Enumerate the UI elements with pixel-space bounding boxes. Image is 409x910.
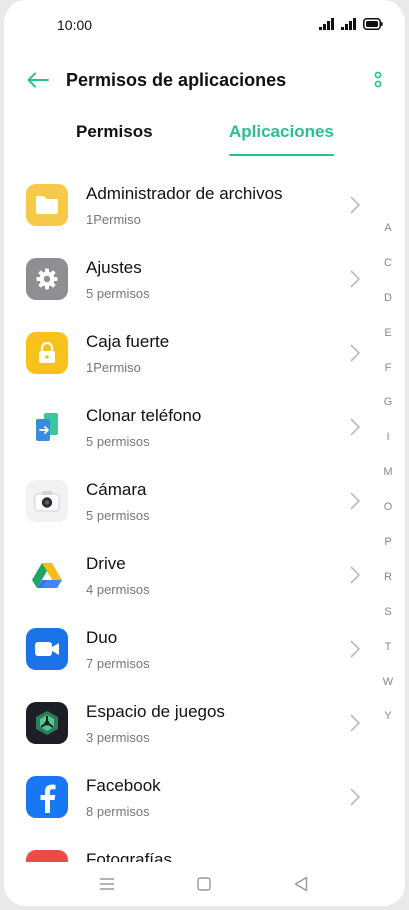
alpha-letter[interactable]: E	[376, 325, 400, 360]
chevron-right-icon	[350, 566, 361, 584]
chevron-right-icon	[350, 344, 361, 362]
chevron-right-icon	[350, 492, 361, 510]
drive-icon	[26, 554, 68, 596]
game-space-icon	[26, 702, 68, 744]
app-permissions: 5 permisos	[86, 434, 150, 449]
tab-permisos[interactable]: Permisos	[76, 122, 153, 142]
status-icons	[319, 18, 383, 30]
app-name: Cámara	[86, 480, 147, 499]
arrow-left-icon	[27, 72, 49, 88]
page-title: Permisos de aplicaciones	[66, 70, 287, 90]
status-bar: 10:00	[4, 0, 405, 50]
alpha-letter[interactable]: W	[376, 674, 400, 709]
app-permissions: 4 permisos	[86, 582, 150, 597]
chevron-right-icon	[350, 788, 361, 806]
signal-icon	[319, 18, 334, 30]
chevron-right-icon	[350, 270, 361, 288]
tab-aplicaciones[interactable]: Aplicaciones	[229, 122, 334, 142]
phone-screen: 10:00 Permisos de aplicaciones Permisos …	[4, 0, 405, 906]
list-item[interactable]: Caja fuerte 1Permiso	[4, 316, 405, 390]
lock-icon	[26, 332, 68, 374]
app-name: Clonar teléfono	[86, 406, 202, 425]
app-permissions: 7 permisos	[86, 656, 150, 671]
list-item[interactable]: Facebook 8 permisos	[4, 760, 405, 834]
chevron-right-icon	[350, 196, 361, 214]
app-name: Espacio de juegos	[86, 702, 225, 721]
alpha-letter[interactable]: C	[376, 255, 400, 290]
app-name: Administrador de archivos	[86, 184, 283, 203]
status-time: 10:00	[57, 17, 93, 33]
facebook-icon	[26, 776, 68, 818]
battery-icon	[363, 18, 383, 30]
app-name: Caja fuerte	[86, 332, 170, 351]
triangle-back-icon	[294, 876, 308, 892]
navigation-bar	[4, 862, 405, 906]
list-item[interactable]: Ajustes 5 permisos	[4, 242, 405, 316]
alpha-letter[interactable]: R	[376, 569, 400, 604]
app-permissions: 1Permiso	[86, 212, 141, 227]
alpha-letter[interactable]: Y	[376, 708, 400, 743]
list-item[interactable]: Duo 7 permisos	[4, 612, 405, 686]
alpha-letter[interactable]: A	[376, 220, 400, 255]
menu-icon	[100, 878, 114, 890]
chevron-right-icon	[350, 714, 361, 732]
back-button[interactable]	[24, 66, 52, 94]
app-bar: Permisos de aplicaciones	[4, 56, 405, 104]
alpha-letter[interactable]: F	[376, 360, 400, 395]
list-item[interactable]: Espacio de juegos 3 permisos	[4, 686, 405, 760]
app-permissions: 3 permisos	[86, 730, 150, 745]
app-permissions: 8 permisos	[86, 804, 150, 819]
home-button[interactable]	[194, 874, 214, 894]
tab-active-indicator	[229, 154, 334, 156]
list-item[interactable]: Clonar teléfono 5 permisos	[4, 390, 405, 464]
alphabet-index: A C D E F G I M O P R S T W Y	[376, 220, 400, 743]
list-item[interactable]: Cámara 5 permisos	[4, 464, 405, 538]
back-nav-button[interactable]	[291, 874, 311, 894]
phone-clone-icon	[26, 406, 68, 448]
app-permissions: 5 permisos	[86, 508, 150, 523]
app-list: Administrador de archivos 1Permiso Ajust…	[4, 168, 405, 906]
gear-icon	[26, 258, 68, 300]
app-permissions: 1Permiso	[86, 360, 141, 375]
chevron-right-icon	[350, 640, 361, 658]
list-item[interactable]: Administrador de archivos 1Permiso	[4, 168, 405, 242]
square-icon	[197, 877, 211, 891]
alpha-letter[interactable]: T	[376, 639, 400, 674]
folder-icon	[26, 184, 68, 226]
camera-icon	[26, 480, 68, 522]
app-permissions: 5 permisos	[86, 286, 150, 301]
alpha-letter[interactable]: S	[376, 604, 400, 639]
alpha-letter[interactable]: O	[376, 499, 400, 534]
alpha-letter[interactable]: G	[376, 394, 400, 429]
app-name: Duo	[86, 628, 118, 647]
app-name: Ajustes	[86, 258, 142, 277]
signal-icon	[341, 18, 356, 30]
alpha-letter[interactable]: I	[376, 429, 400, 464]
app-name: Drive	[86, 554, 126, 573]
app-name: Facebook	[86, 776, 161, 795]
tab-bar: Permisos Aplicaciones	[4, 112, 405, 160]
video-camera-icon	[26, 628, 68, 670]
list-item[interactable]: Drive 4 permisos	[4, 538, 405, 612]
chevron-right-icon	[350, 418, 361, 436]
alpha-letter[interactable]: D	[376, 290, 400, 325]
more-vertical-icon	[374, 71, 382, 88]
alpha-letter[interactable]: M	[376, 464, 400, 499]
alpha-letter[interactable]: P	[376, 534, 400, 569]
more-options-button[interactable]	[367, 66, 389, 94]
menu-button[interactable]	[97, 874, 117, 894]
